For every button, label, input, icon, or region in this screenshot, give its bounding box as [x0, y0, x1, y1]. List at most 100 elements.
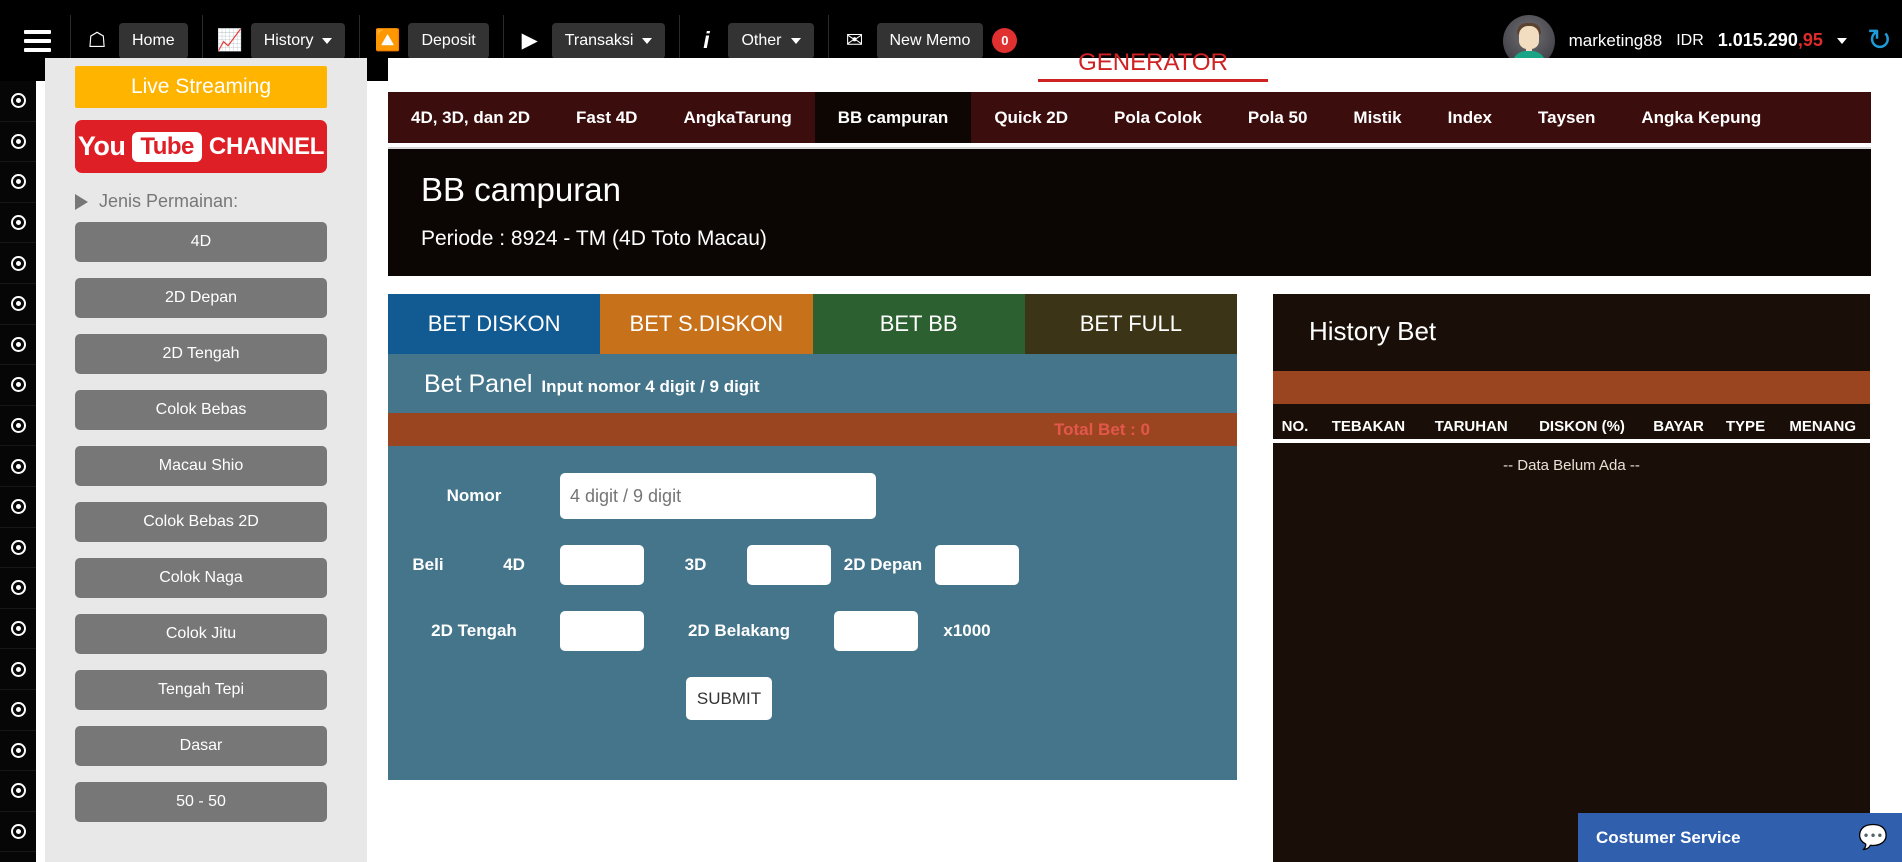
circle-dot-icon [10, 742, 26, 758]
tab-angkatarung[interactable]: AngkaTarung [660, 92, 814, 143]
rail-dot-icon[interactable] [0, 487, 36, 528]
game-type-button[interactable]: Colok Jitu [75, 614, 327, 654]
tab-label: Index [1447, 107, 1493, 127]
home-button[interactable]: Home [119, 22, 188, 59]
refresh-icon[interactable]: ↻ [1867, 23, 1892, 58]
game-type-button[interactable]: Colok Bebas 2D [75, 502, 327, 542]
history-bet-card: History Bet NO. TEBAKAN TARUHAN DISKON (%) B… [1273, 294, 1870, 862]
rail-dot-icon[interactable] [0, 568, 36, 609]
nomor-label: Nomor [446, 486, 502, 505]
history-column-header: BAYAR [1641, 412, 1716, 443]
game-type-label: Tengah Tepi [158, 681, 244, 698]
circle-dot-icon [10, 823, 26, 839]
tab-bb-campuran[interactable]: BB campuran [814, 92, 972, 143]
hamburger-menu-icon[interactable] [6, 29, 68, 52]
tab-pola-50[interactable]: Pola 50 [1225, 92, 1331, 143]
tab-label: Taysen [1538, 107, 1596, 127]
rail-dot-icon[interactable] [0, 649, 36, 690]
left-icon-rail [0, 81, 36, 862]
circle-dot-icon [10, 580, 26, 596]
game-tab-bar: 4D, 3D, dan 2D Fast 4D AngkaTarung BB campu… [388, 92, 1871, 143]
game-type-label: 2D Depan [164, 289, 238, 306]
tab-label: AngkaTarung [683, 107, 792, 127]
game-type-label: 2D Tengah [162, 345, 240, 362]
history-accent-bar [1273, 371, 1870, 404]
field-3d-input[interactable] [747, 545, 831, 585]
game-type-button[interactable]: Tengah Tepi [75, 670, 327, 710]
game-type-button[interactable]: 50 - 50 [75, 782, 327, 822]
tab-label: Quick 2D [994, 107, 1069, 127]
tab-quick-2d[interactable]: Quick 2D [971, 92, 1091, 143]
game-type-button[interactable]: 2D Tengah [75, 334, 327, 374]
tab-fast-4d[interactable]: Fast 4D [553, 92, 660, 143]
rail-dot-icon[interactable] [0, 81, 36, 122]
home-label: Home [132, 31, 175, 49]
tab-pola-colok[interactable]: Pola Colok [1091, 92, 1225, 143]
game-type-label: Colok Naga [159, 569, 243, 586]
tab-taysen[interactable]: Taysen [1515, 92, 1618, 143]
tab-bet-sdiskon[interactable]: BET S.DISKON [600, 294, 813, 354]
jenis-permainan-header[interactable]: Jenis Permainan: [75, 191, 327, 212]
rail-dot-icon[interactable] [0, 812, 36, 853]
tab-index[interactable]: Index [1425, 92, 1515, 143]
rail-dot-icon[interactable] [0, 609, 36, 650]
circle-dot-icon [10, 661, 26, 677]
other-button[interactable]: Other [728, 22, 814, 59]
field-4d-input[interactable] [560, 545, 644, 585]
tab-mistik[interactable]: Mistik [1330, 92, 1424, 143]
tab-4d-3d-dan-2d[interactable]: 4D, 3D, dan 2D [388, 92, 553, 143]
rail-dot-icon[interactable] [0, 325, 36, 366]
rail-dot-icon[interactable] [0, 122, 36, 163]
game-type-list: 4D 2D Depan 2D Tengah Colok Bebas Macau Shio… [75, 222, 327, 822]
new-memo-button[interactable]: New Memo [876, 22, 984, 59]
youtube-tube-text: Tube [132, 131, 202, 162]
bet-panel-title: Bet Panel [424, 370, 533, 398]
tab-bet-full[interactable]: BET FULL [1024, 294, 1237, 354]
youtube-channel-button[interactable]: You Tube CHANNEL [75, 120, 327, 173]
game-type-button[interactable]: Dasar [75, 726, 327, 766]
tab-bet-diskon[interactable]: BET DISKON [388, 294, 601, 354]
tab-bet-bb[interactable]: BET BB [812, 294, 1025, 354]
account-chevron-down-icon[interactable] [1836, 37, 1847, 44]
total-bet-bar: Total Bet : 0 [388, 413, 1237, 446]
rail-dot-icon[interactable] [0, 690, 36, 731]
rail-dot-icon[interactable] [0, 528, 36, 569]
field-2d-tengah-input[interactable] [560, 611, 644, 651]
circle-dot-icon [10, 377, 26, 393]
chevron-down-icon [322, 37, 333, 44]
chat-bubble-icon[interactable]: 💬 [1858, 823, 1888, 852]
rail-dot-icon[interactable] [0, 203, 36, 244]
game-type-button[interactable]: Colok Bebas [75, 390, 327, 430]
rail-dot-icon[interactable] [0, 365, 36, 406]
envelope-icon: ✉ [845, 29, 864, 52]
rail-dot-icon[interactable] [0, 446, 36, 487]
history-column-header: TEBAKAN [1316, 412, 1420, 443]
game-type-button[interactable]: 2D Depan [75, 278, 327, 318]
field-2d-belakang-input[interactable] [834, 611, 918, 651]
circle-dot-icon [10, 418, 26, 434]
field-2d-depan-input[interactable] [935, 545, 1019, 585]
transaksi-button[interactable]: Transaksi [551, 22, 666, 59]
history-button[interactable]: History [250, 22, 346, 59]
game-type-button[interactable]: Colok Naga [75, 558, 327, 598]
live-streaming-button[interactable]: Live Streaming [75, 66, 327, 108]
submit-button[interactable]: SUBMIT [686, 677, 772, 720]
nomor-input[interactable] [560, 473, 876, 519]
game-type-button[interactable]: 4D [75, 222, 327, 262]
field-2d-tengah-label: 2D Tengah [431, 621, 517, 640]
chevron-down-icon [790, 37, 801, 44]
game-type-button[interactable]: Macau Shio [75, 446, 327, 486]
rail-dot-icon[interactable] [0, 284, 36, 325]
rail-dot-icon[interactable] [0, 731, 36, 772]
tab-angka-kepung[interactable]: Angka Kepung [1618, 92, 1784, 143]
deposit-button[interactable]: Deposit [408, 22, 489, 59]
tab-bet-diskon-label: BET DISKON [427, 311, 561, 336]
rail-dot-icon[interactable] [0, 771, 36, 812]
customer-service-widget[interactable]: Costumer Service 💬 [1578, 813, 1902, 862]
rail-dot-icon[interactable] [0, 162, 36, 203]
rail-dot-icon[interactable] [0, 243, 36, 284]
balance-whole: 1.015.290 [1717, 30, 1798, 50]
circle-dot-icon [10, 336, 26, 352]
rail-dot-icon[interactable] [0, 406, 36, 447]
history-bet-title: History Bet [1309, 316, 1437, 346]
